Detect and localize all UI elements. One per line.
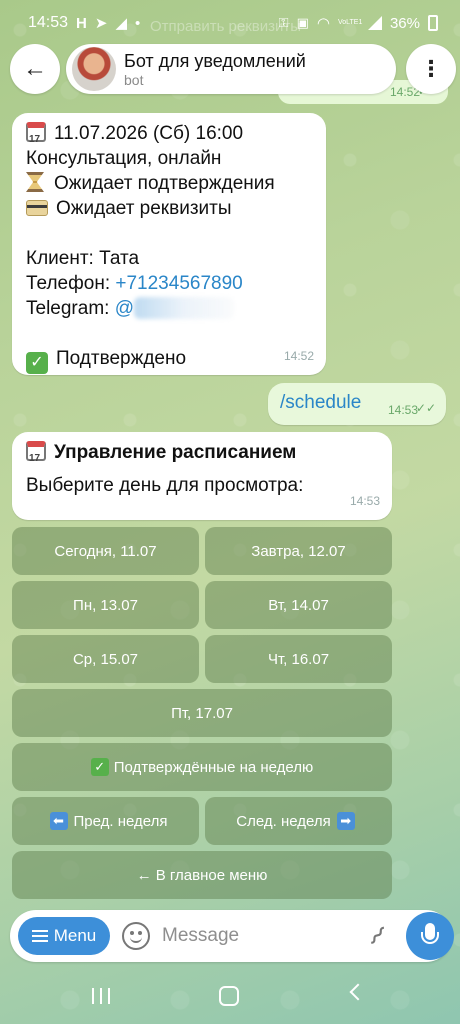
button-label: Подтверждённые на неделю: [113, 758, 314, 776]
calendar-icon: [26, 122, 46, 152]
day-button-today[interactable]: Сегодня, 11.07: [12, 527, 199, 575]
hourglass-icon: [26, 172, 44, 192]
schedule-title: Управление расписанием: [54, 442, 297, 463]
emoji-icon[interactable]: [122, 922, 150, 950]
button-label: Пн, 13.07: [73, 596, 138, 614]
confirmed-text: Подтверждено: [56, 348, 187, 369]
main-menu-button[interactable]: ← В главное меню: [12, 851, 392, 899]
message-composer: Menu ⌇: [10, 910, 454, 962]
day-button-mon[interactable]: Пн, 13.07: [12, 581, 199, 629]
check-mark-icon: ✓: [90, 758, 109, 776]
arrow-left-icon: ⬅: [49, 812, 68, 830]
message-input[interactable]: [162, 920, 352, 952]
phone-label: Телефон:: [26, 273, 116, 294]
schedule-message[interactable]: Управление расписанием Выберите день для…: [12, 432, 392, 520]
status-bar: 14:53 H ➤ ◢ • Отправить реквизиты ⚿ ▣ ◠ …: [0, 0, 460, 46]
bot-menu-button[interactable]: Menu: [18, 917, 110, 955]
button-label: Чт, 16.07: [267, 650, 330, 668]
client-name: Клиент: Тата: [26, 248, 140, 269]
command-link[interactable]: /schedule: [280, 392, 361, 414]
prev-week-button[interactable]: ⬅ Пред. неделя: [12, 797, 199, 845]
button-label: Пт, 17.07: [171, 704, 233, 722]
dot-icon: •: [135, 14, 141, 32]
home-icon[interactable]: [219, 986, 239, 1006]
booking-message[interactable]: 11.07.2026 (Сб) 16:00 Консультация, онла…: [12, 113, 326, 375]
status-payment: Ожидает реквизиты: [56, 198, 232, 219]
redacted-username: [134, 297, 234, 319]
button-label: Пред. неделя: [73, 812, 168, 830]
chat-header: ← Бот для уведомлений bot ⋮: [10, 44, 456, 94]
day-button-tomorrow[interactable]: Завтра, 12.07: [205, 527, 392, 575]
menu-icon: [31, 930, 48, 942]
day-button-thu[interactable]: Чт, 16.07: [205, 635, 392, 683]
arrow-left-icon: ←: [23, 55, 47, 82]
more-vertical-icon: ⋮: [420, 56, 442, 81]
whatsapp-icon: H: [76, 14, 87, 32]
telegram-label: Telegram:: [26, 298, 115, 319]
check-mark-icon: ✓: [26, 352, 48, 374]
more-options-button[interactable]: ⋮: [406, 44, 456, 94]
day-button-wed[interactable]: Ср, 15.07: [12, 635, 199, 683]
button-label: Вт, 14.07: [268, 596, 329, 614]
booking-date: 11.07.2026 (Сб) 16:00: [54, 123, 244, 144]
telegram-icon: ◢: [115, 15, 128, 32]
message-time: 14:53: [349, 494, 380, 508]
day-button-tue[interactable]: Вт, 14.07: [205, 581, 392, 629]
avatar[interactable]: [72, 47, 116, 91]
paperclip-icon[interactable]: ⌇: [355, 914, 399, 958]
next-week-button[interactable]: След. неделя ➡: [205, 797, 392, 845]
wifi-icon: ◠: [316, 15, 330, 32]
battery-icon: [428, 15, 438, 31]
status-confirmation: Ожидает подтверждения: [54, 173, 275, 194]
button-label: Ср, 15.07: [72, 650, 139, 668]
day-button-fri[interactable]: Пт, 17.07: [12, 689, 392, 737]
navigation-icon: ➤: [94, 15, 108, 32]
notification-ghost-text: Отправить реквизиты: [150, 18, 302, 35]
back-button[interactable]: ←: [10, 44, 60, 94]
read-ticks-icon: ✓✓: [415, 401, 436, 415]
battery-percent: 36%: [389, 14, 420, 32]
schedule-prompt: Выберите день для просмотра:: [26, 475, 304, 496]
confirmed-week-button[interactable]: ✓ Подтверждённые на неделю: [12, 743, 392, 791]
signal-icon: [367, 16, 382, 30]
button-label: ← В главное меню: [136, 866, 268, 884]
menu-label: Menu: [53, 926, 97, 945]
chat-title-bar[interactable]: Бот для уведомлений bot: [66, 44, 396, 94]
arrow-right-icon: ➡: [336, 812, 355, 830]
calendar-icon: [26, 441, 46, 471]
button-label: Завтра, 12.07: [251, 542, 346, 560]
button-label: След. неделя: [236, 812, 331, 830]
back-icon[interactable]: [349, 983, 367, 1001]
lte-icon: VoLTE1: [337, 19, 363, 26]
booking-service: Консультация, онлайн: [26, 148, 222, 169]
message-time: 14:53: [387, 403, 418, 417]
phone-link[interactable]: +71234567890: [115, 273, 242, 294]
status-time: 14:53: [28, 14, 69, 31]
outgoing-message[interactable]: /schedule 14:53 ✓✓: [268, 383, 446, 425]
chat-subtitle: bot: [124, 72, 144, 88]
telegram-link[interactable]: @: [115, 298, 134, 319]
recent-apps-icon[interactable]: [92, 988, 110, 1004]
chat-title: Бот для уведомлений: [124, 51, 306, 71]
message-time: 14:52: [283, 349, 314, 363]
system-navigation-bar: [0, 972, 460, 1024]
microphone-icon[interactable]: [406, 912, 454, 960]
button-label: Сегодня, 11.07: [54, 542, 157, 560]
credit-card-icon: [26, 200, 48, 216]
